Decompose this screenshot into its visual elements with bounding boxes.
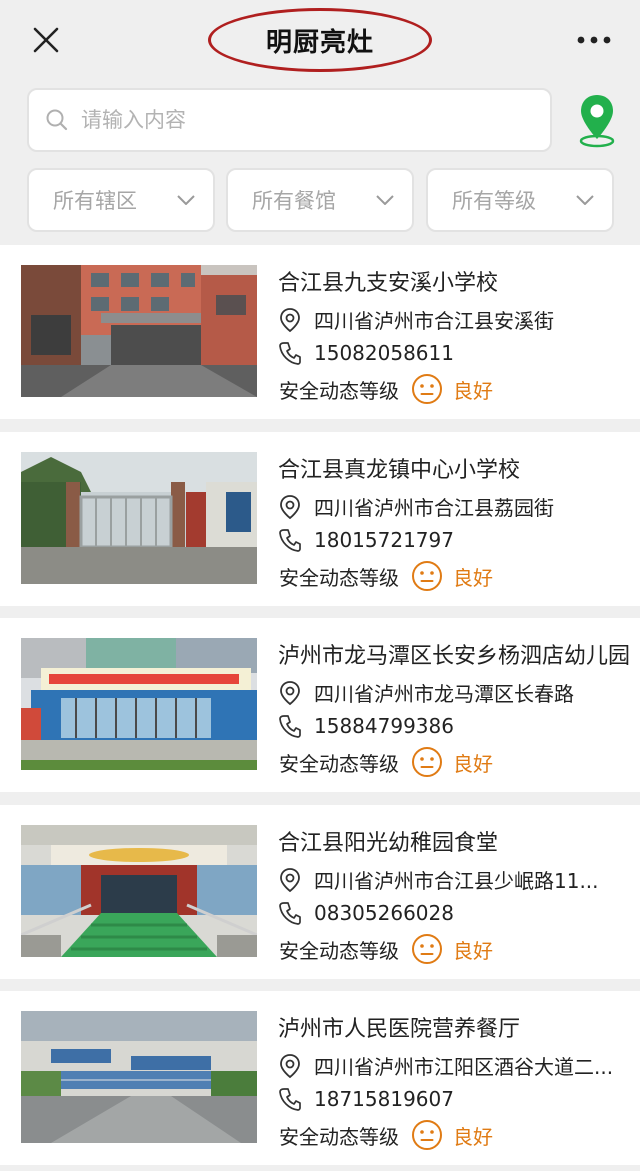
chevron-down-icon: [376, 195, 394, 205]
restaurant-name: 泸州市龙马潭区长安乡杨泗店幼儿园: [278, 644, 631, 669]
location-pin-icon: [276, 494, 304, 520]
face-icon: [412, 747, 442, 777]
more-button[interactable]: [574, 20, 614, 60]
close-icon: [33, 27, 59, 53]
safety-level-row: 安全动态等级 良好: [279, 746, 639, 778]
location-pin-icon: [276, 1053, 304, 1079]
restaurant-address: 四川省泸州市龙马潭区长春路: [314, 682, 574, 706]
filter-label: 所有辖区: [53, 189, 137, 213]
restaurant-photo: [21, 452, 257, 584]
restaurant-name: 合江县九支安溪小学校: [278, 271, 499, 296]
restaurant-filter[interactable]: 所有餐馆: [226, 168, 414, 232]
safety-level-value: 良好: [453, 751, 493, 776]
location-pin-icon: [276, 867, 304, 893]
close-button[interactable]: [26, 20, 66, 60]
restaurant-card[interactable]: 泸州市人民医院营养餐厅 四川省泸州市江阳区酒谷大道二... 1871581960…: [0, 991, 640, 1165]
restaurant-phone[interactable]: 18715819607: [314, 1087, 454, 1111]
level-filter[interactable]: 所有等级: [426, 168, 614, 232]
restaurant-address: 四川省泸州市合江县安溪街: [314, 309, 554, 333]
district-filter[interactable]: 所有辖区: [27, 168, 215, 232]
phone-row: 18015721797: [276, 528, 636, 552]
safety-level-row: 安全动态等级 良好: [279, 560, 639, 592]
page-title: 明厨亮灶: [265, 27, 374, 58]
safety-level-label: 安全动态等级: [279, 565, 399, 590]
safety-level-value: 良好: [453, 938, 493, 963]
top-bar: 明厨亮灶: [0, 0, 640, 78]
filter-bar: 所有辖区 所有餐馆 所有等级: [27, 168, 617, 232]
restaurant-photo: [21, 1011, 257, 1143]
restaurant-name: 泸州市人民医院营养餐厅: [278, 1017, 521, 1042]
location-button[interactable]: [574, 92, 620, 150]
search-box[interactable]: [27, 88, 552, 152]
safety-level-label: 安全动态等级: [279, 938, 399, 963]
restaurant-phone[interactable]: 15884799386: [314, 714, 454, 738]
safety-level-row: 安全动态等级 良好: [279, 933, 639, 965]
phone-icon: [276, 1087, 304, 1111]
safety-level-value: 良好: [453, 565, 493, 590]
phone-icon: [276, 341, 304, 365]
phone-row: 08305266028: [276, 901, 636, 925]
restaurant-card[interactable]: 合江县真龙镇中心小学校 四川省泸州市合江县荔园街 18015721797 安全动…: [0, 432, 640, 606]
title-highlight-circle: 明厨亮灶: [208, 8, 432, 72]
address-row: 四川省泸州市合江县少岷路11...: [276, 865, 636, 894]
restaurant-card[interactable]: 泸州市龙马潭区长安乡杨泗店幼儿园 四川省泸州市龙马潭区长春路 158847993…: [0, 618, 640, 792]
location-pin-icon: [276, 307, 304, 333]
safety-level-label: 安全动态等级: [279, 1124, 399, 1149]
restaurant-photo: [21, 825, 257, 957]
restaurant-address: 四川省泸州市江阳区酒谷大道二...: [314, 1055, 614, 1079]
search-input[interactable]: [79, 107, 523, 133]
restaurant-address: 四川省泸州市合江县荔园街: [314, 496, 554, 520]
safety-level-label: 安全动态等级: [279, 378, 399, 403]
restaurant-photo: [21, 638, 257, 770]
phone-icon: [276, 901, 304, 925]
map-pin-icon: [579, 95, 615, 148]
restaurant-photo: [21, 265, 257, 397]
face-icon: [412, 561, 442, 591]
address-row: 四川省泸州市合江县安溪街: [276, 305, 636, 334]
face-icon: [412, 374, 442, 404]
face-icon: [412, 934, 442, 964]
safety-level-label: 安全动态等级: [279, 751, 399, 776]
location-pin-icon: [276, 680, 304, 706]
restaurant-phone[interactable]: 18015721797: [314, 528, 454, 552]
safety-level-row: 安全动态等级 良好: [279, 373, 639, 405]
restaurant-card[interactable]: 合江县阳光幼稚园食堂 四川省泸州市合江县少岷路11... 08305266028…: [0, 805, 640, 979]
filter-label: 所有餐馆: [252, 189, 336, 213]
phone-row: 15884799386: [276, 714, 636, 738]
more-icon: [577, 36, 611, 44]
face-icon: [412, 1120, 442, 1150]
search-icon: [45, 108, 69, 132]
restaurant-name: 合江县真龙镇中心小学校: [278, 458, 521, 483]
restaurant-name: 合江县阳光幼稚园食堂: [278, 831, 499, 856]
safety-level-value: 良好: [453, 1124, 493, 1149]
restaurant-address: 四川省泸州市合江县少岷路11...: [314, 869, 599, 893]
filter-label: 所有等级: [452, 189, 536, 213]
chevron-down-icon: [576, 195, 594, 205]
chevron-down-icon: [177, 195, 195, 205]
address-row: 四川省泸州市江阳区酒谷大道二...: [276, 1051, 636, 1080]
safety-level-value: 良好: [453, 378, 493, 403]
address-row: 四川省泸州市龙马潭区长春路: [276, 678, 636, 707]
restaurant-phone[interactable]: 08305266028: [314, 901, 454, 925]
address-row: 四川省泸州市合江县荔园街: [276, 492, 636, 521]
phone-row: 15082058611: [276, 341, 636, 365]
phone-icon: [276, 714, 304, 738]
phone-row: 18715819607: [276, 1087, 636, 1111]
restaurant-card[interactable]: 合江县九支安溪小学校 四川省泸州市合江县安溪街 15082058611 安全动态…: [0, 245, 640, 419]
phone-icon: [276, 528, 304, 552]
restaurant-phone[interactable]: 15082058611: [314, 341, 454, 365]
safety-level-row: 安全动态等级 良好: [279, 1119, 639, 1151]
